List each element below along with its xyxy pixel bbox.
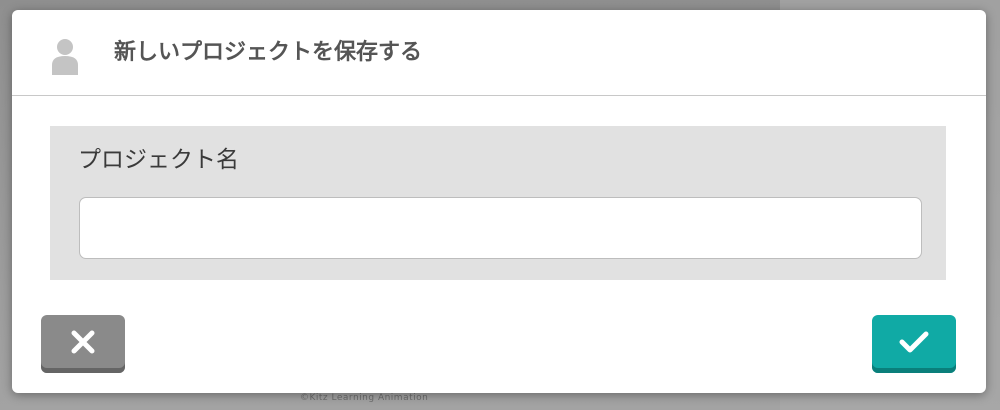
cancel-button[interactable] [41,315,125,373]
dialog-header: 新しいプロジェクトを保存する [12,10,986,96]
project-name-field-group: プロジェクト名 [50,126,946,280]
dialog-title: 新しいプロジェクトを保存する [114,40,423,65]
save-project-dialog: 新しいプロジェクトを保存する プロジェクト名 [12,10,986,393]
background-caption: ©Kitz Learning Animation [300,393,429,403]
project-name-input[interactable] [79,197,922,259]
user-icon [50,37,80,75]
close-icon [71,330,95,354]
checkmark-icon [899,331,929,353]
project-name-label: プロジェクト名 [78,147,239,173]
confirm-button[interactable] [872,315,956,373]
